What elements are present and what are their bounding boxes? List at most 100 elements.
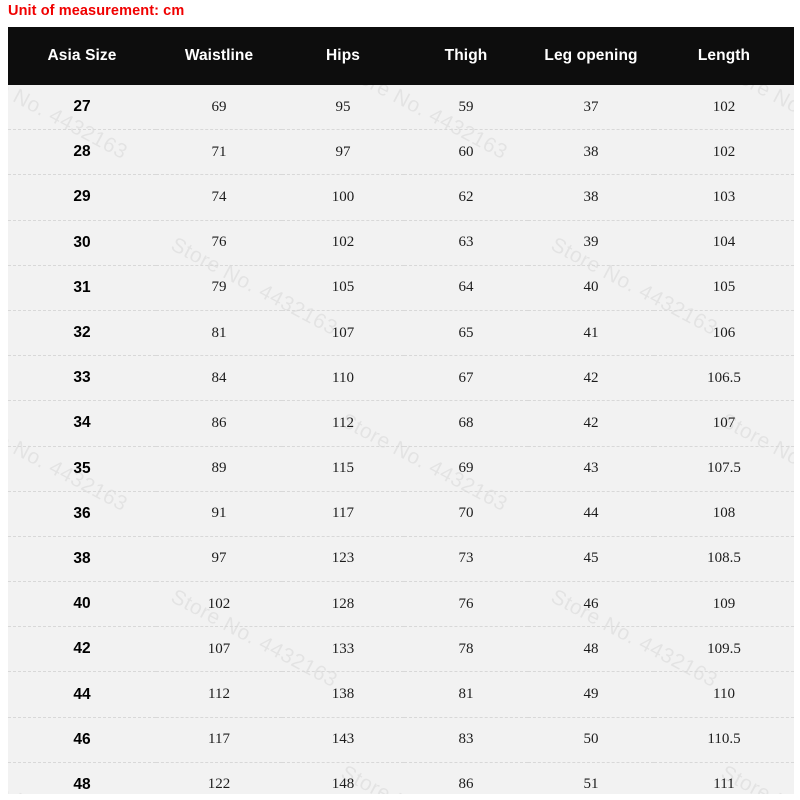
table-cell: 45 xyxy=(528,536,654,583)
column-header-thigh: Thigh xyxy=(404,27,528,85)
unit-of-measurement-caption: Unit of measurement: cm xyxy=(8,3,185,19)
table-cell: 117 xyxy=(282,491,404,537)
table-cell: 86 xyxy=(156,400,282,447)
table-cell: 115 xyxy=(282,446,404,492)
table-cell: 102 xyxy=(282,220,404,266)
table-cell: 81 xyxy=(156,310,282,357)
table-cell: 60 xyxy=(404,129,528,176)
table-cell: 40 xyxy=(528,265,654,311)
table-row: 33 84 110 67 42 106.5 xyxy=(8,355,794,402)
table-row: 42 107 133 78 48 109.5 xyxy=(8,626,794,673)
cell-asia-size: 34 xyxy=(8,400,156,447)
cell-asia-size: 27 xyxy=(8,85,156,131)
table-cell: 37 xyxy=(528,85,654,131)
table-row: 48 122 148 86 51 111 xyxy=(8,762,794,794)
table-cell: 71 xyxy=(156,129,282,176)
cell-asia-size: 35 xyxy=(8,446,156,492)
table-cell: 49 xyxy=(528,671,654,718)
table-cell: 110 xyxy=(282,355,404,402)
table-cell: 111 xyxy=(654,762,794,794)
table-cell: 107 xyxy=(282,310,404,357)
cell-asia-size: 31 xyxy=(8,265,156,311)
table-row: 32 81 107 65 41 106 xyxy=(8,310,794,357)
table-row: 28 71 97 60 38 102 xyxy=(8,129,794,176)
table-row: 30 76 102 63 39 104 xyxy=(8,220,794,266)
table-cell: 97 xyxy=(156,536,282,583)
table-cell: 81 xyxy=(404,671,528,718)
table-cell: 89 xyxy=(156,446,282,492)
table-cell: 106.5 xyxy=(654,355,794,402)
table-cell: 63 xyxy=(404,220,528,266)
table-cell: 74 xyxy=(156,174,282,221)
table-cell: 100 xyxy=(282,174,404,221)
table-row: 40 102 128 76 46 109 xyxy=(8,581,794,628)
table-row: 46 117 143 83 50 110.5 xyxy=(8,717,794,763)
cell-asia-size: 40 xyxy=(8,581,156,628)
column-header-leg-opening: Leg opening xyxy=(528,27,654,85)
cell-asia-size: 29 xyxy=(8,174,156,221)
table-cell: 51 xyxy=(528,762,654,794)
table-cell: 143 xyxy=(282,717,404,763)
table-cell: 68 xyxy=(404,400,528,447)
table-cell: 123 xyxy=(282,536,404,583)
cell-asia-size: 38 xyxy=(8,536,156,583)
table-cell: 107 xyxy=(654,400,794,447)
table-row: 35 89 115 69 43 107.5 xyxy=(8,446,794,492)
table-cell: 102 xyxy=(654,85,794,131)
table-cell: 110.5 xyxy=(654,717,794,763)
table-cell: 38 xyxy=(528,129,654,176)
table-cell: 106 xyxy=(654,310,794,357)
table-cell: 102 xyxy=(156,581,282,628)
table-cell: 76 xyxy=(404,581,528,628)
table-cell: 64 xyxy=(404,265,528,311)
table-cell: 109.5 xyxy=(654,626,794,673)
table-cell: 42 xyxy=(528,400,654,447)
table-cell: 86 xyxy=(404,762,528,794)
table-cell: 107 xyxy=(156,626,282,673)
cell-asia-size: 30 xyxy=(8,220,156,266)
table-row: 44 112 138 81 49 110 xyxy=(8,671,794,718)
size-table-container: Store No. 4432163Store No. 4432163Store … xyxy=(8,27,794,794)
cell-asia-size: 46 xyxy=(8,717,156,763)
table-row: 31 79 105 64 40 105 xyxy=(8,265,794,311)
column-header-waistline: Waistline xyxy=(156,27,282,85)
table-cell: 109 xyxy=(654,581,794,628)
table-cell: 104 xyxy=(654,220,794,266)
table-cell: 46 xyxy=(528,581,654,628)
table-cell: 110 xyxy=(654,671,794,718)
table-header-row: Asia Size Waistline Hips Thigh Leg opening Le… xyxy=(8,27,794,85)
table-cell: 73 xyxy=(404,536,528,583)
column-header-hips: Hips xyxy=(282,27,404,85)
table-cell: 103 xyxy=(654,174,794,221)
cell-asia-size: 32 xyxy=(8,310,156,357)
table-cell: 105 xyxy=(654,265,794,311)
table-cell: 108.5 xyxy=(654,536,794,583)
table-cell: 112 xyxy=(282,400,404,447)
column-header-asia-size: Asia Size xyxy=(8,27,156,85)
table-cell: 50 xyxy=(528,717,654,763)
table-cell: 67 xyxy=(404,355,528,402)
size-chart-page: Unit of measurement: cm Store No. 443216… xyxy=(0,0,800,800)
table-cell: 43 xyxy=(528,446,654,492)
table-cell: 41 xyxy=(528,310,654,357)
table-row: 36 91 117 70 44 108 xyxy=(8,491,794,537)
table-row: 38 97 123 73 45 108.5 xyxy=(8,536,794,583)
table-cell: 42 xyxy=(528,355,654,402)
table-cell: 148 xyxy=(282,762,404,794)
table-row: 27 69 95 59 37 102 xyxy=(8,85,794,131)
table-row: 34 86 112 68 42 107 xyxy=(8,400,794,447)
cell-asia-size: 44 xyxy=(8,671,156,718)
column-header-length: Length xyxy=(654,27,794,85)
size-chart-table: Asia Size Waistline Hips Thigh Leg opening Le… xyxy=(8,27,794,794)
cell-asia-size: 42 xyxy=(8,626,156,673)
table-cell: 39 xyxy=(528,220,654,266)
table-cell: 117 xyxy=(156,717,282,763)
table-cell: 59 xyxy=(404,85,528,131)
table-cell: 95 xyxy=(282,85,404,131)
table-cell: 38 xyxy=(528,174,654,221)
cell-asia-size: 48 xyxy=(8,762,156,794)
table-cell: 65 xyxy=(404,310,528,357)
table-cell: 62 xyxy=(404,174,528,221)
cell-asia-size: 36 xyxy=(8,491,156,537)
table-cell: 122 xyxy=(156,762,282,794)
